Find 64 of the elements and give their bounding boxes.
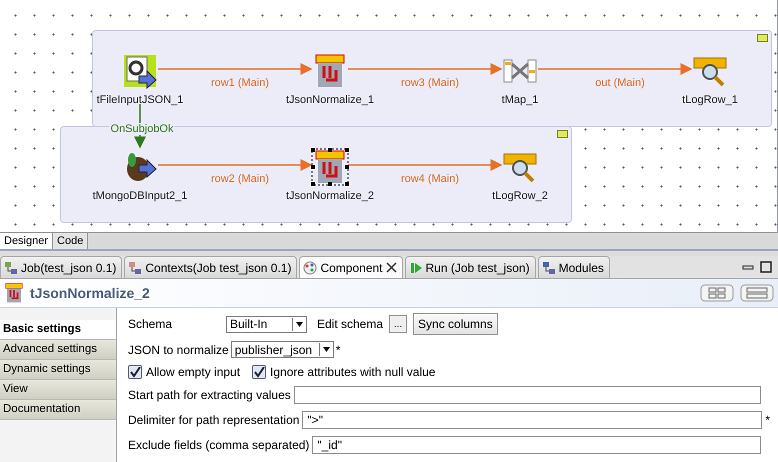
text-field[interactable] (294, 386, 761, 404)
sync-columns-button[interactable]: Sync columns (413, 313, 498, 335)
node-label: tJsonNormalize_2 (286, 190, 374, 202)
connector-label: row1 (Main) (210, 77, 270, 89)
json-dropdown[interactable]: publisher_json (230, 341, 334, 358)
layout-rows-icon[interactable] (740, 284, 774, 302)
required-mark: * (765, 412, 770, 426)
edit-schema-button[interactable]: ... (389, 315, 408, 333)
tab-label: Component (320, 260, 383, 274)
tab-label: Contexts(Job test_json 0.1) (145, 260, 292, 274)
panel-tab[interactable]: Run (Job test_json) (404, 256, 536, 278)
layout-grid-icon[interactable] (700, 284, 734, 302)
field-label: Exclude fields (comma separated) (128, 438, 310, 452)
component-icon (4, 283, 24, 303)
node-label: tMongoDBInput2_1 (92, 190, 188, 202)
tab-label: Run (Job test_json) (426, 260, 530, 274)
checkbox[interactable] (252, 365, 266, 379)
required-mark: * (336, 342, 340, 356)
connector-label: row2 (Main) (210, 173, 270, 185)
schema-dropdown[interactable]: Built-In (226, 316, 307, 332)
field-label: Delimiter for path representation (128, 412, 300, 426)
settings-tab[interactable]: Advanced settings (0, 340, 116, 360)
settings-tab[interactable]: Dynamic settings (0, 360, 116, 380)
field-label: Start path for extracting values (128, 388, 291, 402)
field-label: Edit schema (317, 317, 384, 331)
settings-tab[interactable]: Documentation (0, 400, 116, 420)
node-label: tLogRow_1 (682, 94, 738, 106)
connector-label: out (Main) (595, 77, 645, 89)
panel-tab[interactable]: Modules (538, 256, 610, 278)
hierarchy-icon (542, 260, 556, 274)
component-icon[interactable] (121, 52, 159, 90)
node-label: tFileInputJSON_1 (96, 94, 184, 106)
caret-icon (318, 343, 333, 356)
panel-tab[interactable]: Contexts(Job test_json 0.1) (124, 256, 298, 278)
connector-label: row4 (Main) (400, 173, 460, 185)
play-icon (408, 260, 423, 274)
component-title: tJsonNormalize_2 (30, 285, 150, 301)
panel-tab[interactable]: Job(test_json 0.1) (0, 256, 122, 278)
collapse-icon[interactable] (557, 130, 568, 138)
connector-label: row3 (Main) (400, 77, 460, 89)
settings-tab[interactable]: View (0, 380, 116, 400)
field-label: Schema (128, 317, 174, 331)
palette-icon (303, 260, 318, 274)
editor-tab[interactable]: Code (53, 233, 88, 249)
node-label: tJsonNormalize_1 (286, 94, 374, 106)
editor-tab[interactable]: Designer (0, 233, 54, 249)
text-field[interactable]: ">" (302, 410, 762, 428)
close-icon[interactable] (386, 262, 397, 273)
checkbox[interactable] (128, 365, 142, 379)
tab-label: Job(test_json 0.1) (21, 260, 116, 274)
node-label: tMap_1 (502, 94, 538, 106)
panel-tab[interactable]: Component (299, 256, 403, 278)
trigger-label: OnSubjobOk (110, 123, 174, 135)
node-label: tLogRow_2 (492, 190, 548, 202)
maximize-icon[interactable] (760, 261, 772, 273)
tab-label: Modules (558, 260, 604, 274)
text-field[interactable]: "_id" (312, 436, 761, 454)
settings-tab[interactable]: Basic settings (0, 320, 116, 340)
checkbox-label: Ignore attributes with null value (270, 365, 436, 379)
collapse-icon[interactable] (757, 34, 768, 42)
caret-icon (292, 318, 306, 330)
component-icon[interactable] (311, 148, 349, 186)
checkbox-label: Allow empty input (146, 365, 240, 379)
field-label: JSON to normalize (128, 342, 229, 356)
